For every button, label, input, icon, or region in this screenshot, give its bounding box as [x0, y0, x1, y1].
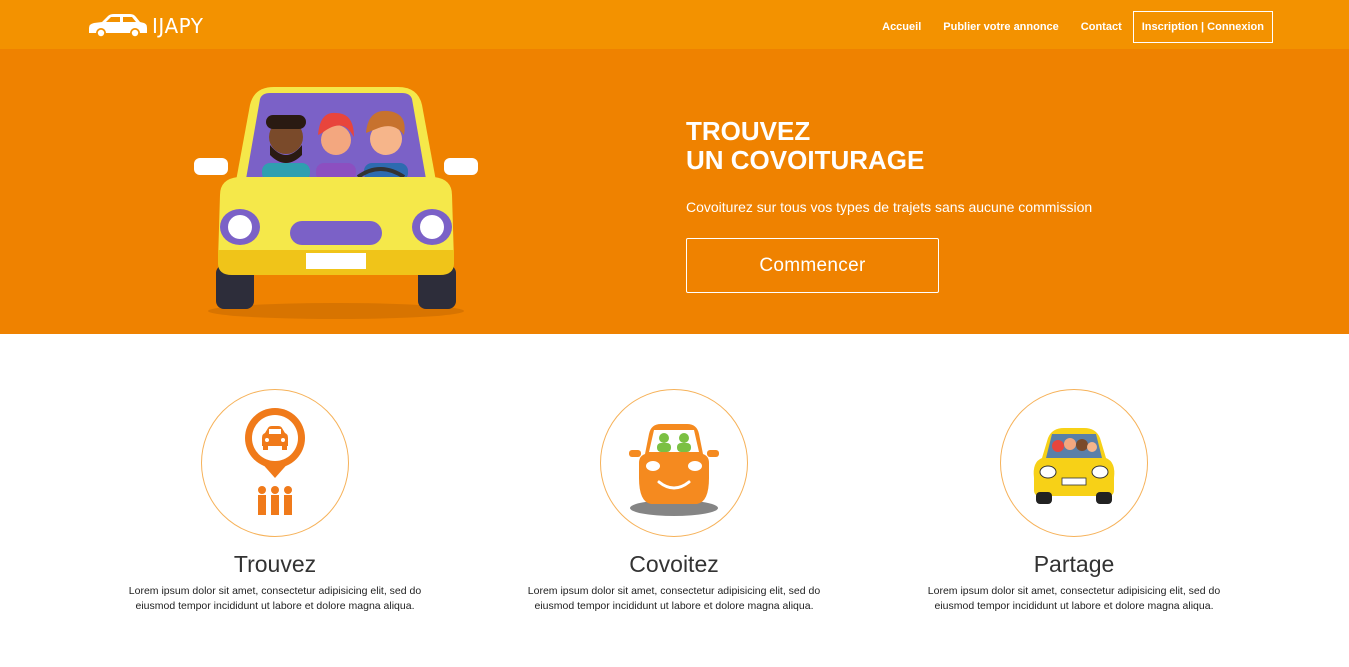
hero-banner: TROUVEZ UN COVOITURAGE Covoiturez sur to… [0, 49, 1349, 334]
map-pin-car-icon [245, 408, 305, 515]
smiling-car-icon [629, 424, 719, 516]
start-button[interactable]: Commencer [686, 238, 939, 293]
logo[interactable]: IJAPY [86, 13, 203, 39]
hero-title-line2: UN COVOITURAGE [686, 145, 925, 175]
brand-name: IJAPY [152, 14, 204, 38]
feature-icon-circle [201, 389, 349, 537]
login-register-button[interactable]: Inscription | Connexion [1132, 11, 1273, 43]
feature-text: Lorem ipsum dolor sit amet, consectetur … [527, 585, 821, 612]
feature-icon-circle [600, 389, 748, 537]
nav-link-contact[interactable]: Contact [1081, 21, 1122, 33]
navbar: IJAPY Accueil Publier votre annonce Cont… [0, 0, 1349, 49]
feature-partage: Partage Lorem ipsum dolor sit amet, cons… [924, 389, 1224, 614]
hero-title: TROUVEZ UN COVOITURAGE [686, 117, 924, 175]
feature-title: Trouvez [233, 551, 317, 577]
hero-subtitle: Covoiturez sur tous vos types de trajets… [686, 199, 1093, 215]
feature-title: Partage [1033, 551, 1115, 577]
feature-text: Lorem ipsum dolor sit amet, consectetur … [128, 585, 422, 612]
car-icon [89, 14, 147, 38]
feature-icon-circle [1000, 389, 1148, 537]
feature-title: Covoitez [629, 551, 719, 577]
nav-link-publier[interactable]: Publier votre annonce [943, 21, 1059, 33]
yellow-car-icon [1033, 428, 1115, 504]
hero-title-line1: TROUVEZ [686, 116, 811, 146]
nav-link-accueil[interactable]: Accueil [882, 21, 921, 33]
nav-links: Accueil Publier votre annonce Contact In… [860, 11, 1273, 43]
feature-covoitez: Covoitez Lorem ipsum dolor sit amet, con… [524, 389, 824, 614]
feature-text: Lorem ipsum dolor sit amet, consectetur … [927, 585, 1221, 612]
car-with-passengers-illustration [194, 87, 478, 319]
feature-trouvez: Trouvez Lorem ipsum dolor sit amet, cons… [125, 389, 425, 614]
